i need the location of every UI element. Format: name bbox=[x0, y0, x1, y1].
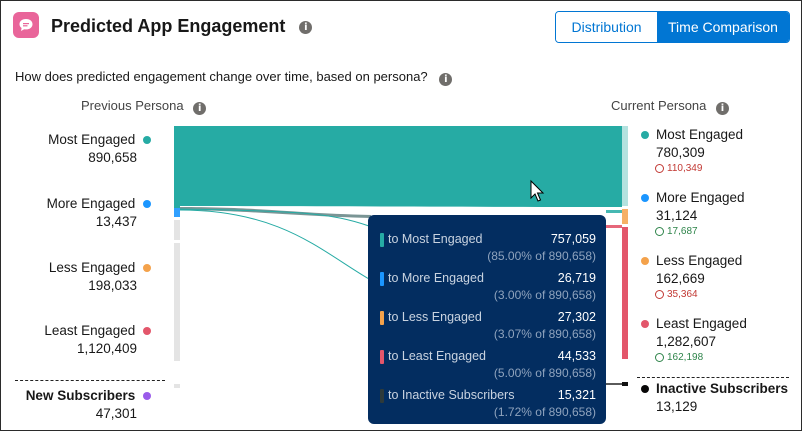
curr-inactive-value: 13,129 bbox=[656, 399, 698, 414]
flow-most-to-more[interactable] bbox=[179, 209, 370, 280]
app-engagement-card: Predicted App Engagement i Distribution … bbox=[0, 0, 802, 431]
trend-down-icon bbox=[655, 164, 664, 173]
dark-swatch-icon bbox=[380, 389, 384, 403]
prev-more-label: More Engaged bbox=[46, 196, 136, 211]
orange-dot-icon bbox=[641, 257, 649, 265]
tooltip-value: 15,321 bbox=[557, 388, 596, 402]
blue-dot-icon bbox=[143, 200, 151, 208]
tooltip-pct: (85.00% of 890,658) bbox=[487, 249, 596, 263]
teal-swatch-icon bbox=[380, 233, 384, 247]
divider-left bbox=[15, 380, 165, 381]
curr-least-value: 1,282,607 bbox=[656, 334, 717, 349]
prev-less-value: 198,033 bbox=[88, 278, 137, 293]
left-node-more[interactable] bbox=[174, 208, 180, 217]
left-node-less[interactable] bbox=[174, 220, 180, 240]
tooltip-pct: (3.00% of 890,658) bbox=[493, 288, 596, 302]
curr-most-engaged[interactable]: Most Engaged 780,309 110,349 bbox=[641, 127, 743, 174]
tooltip-label: to Least Engaged bbox=[388, 349, 486, 363]
flow-to-least-right[interactable] bbox=[606, 225, 622, 228]
teal-dot-icon bbox=[143, 136, 151, 144]
tooltip-label: to Most Engaged bbox=[388, 232, 483, 246]
black-dot-icon bbox=[641, 385, 649, 393]
trend-up-icon bbox=[655, 353, 664, 362]
tooltip-value: 26,719 bbox=[557, 271, 596, 285]
flow-to-more-right[interactable] bbox=[606, 210, 622, 213]
prev-least-label: Least Engaged bbox=[44, 323, 136, 338]
tooltip-row-least: to Least Engaged 44,533 (5.00% of 890,65… bbox=[378, 346, 596, 382]
trend-up-icon bbox=[655, 227, 664, 236]
prev-least-value: 1,120,409 bbox=[76, 341, 137, 356]
prev-least-engaged[interactable]: Least Engaged 1,120,409 bbox=[1, 323, 151, 356]
tooltip-row-inactive: to Inactive Subscribers 15,321 (1.72% of… bbox=[378, 385, 596, 421]
prev-most-engaged[interactable]: Most Engaged 890,658 bbox=[1, 132, 151, 165]
flow-most-to-inactive[interactable] bbox=[180, 207, 371, 218]
red-dot-icon bbox=[641, 320, 649, 328]
curr-less-value: 162,669 bbox=[656, 271, 705, 286]
flow-most-to-most[interactable] bbox=[180, 126, 622, 207]
curr-inactive-label: Inactive Subscribers bbox=[656, 381, 789, 396]
tooltip-value: 757,059 bbox=[550, 232, 596, 246]
divider-right bbox=[637, 377, 789, 378]
prev-most-label: Most Engaged bbox=[48, 132, 136, 147]
teal-dot-icon bbox=[641, 131, 649, 139]
tooltip-pct: (3.07% of 890,658) bbox=[493, 327, 596, 341]
curr-more-label: More Engaged bbox=[656, 190, 745, 205]
prev-new-subscribers[interactable]: New Subscribers 47,301 bbox=[1, 388, 151, 421]
red-swatch-icon bbox=[380, 350, 384, 364]
tooltip-value: 27,302 bbox=[557, 310, 596, 324]
orange-swatch-icon bbox=[380, 311, 384, 325]
right-node-inactive[interactable] bbox=[622, 382, 628, 386]
purple-dot-icon bbox=[143, 392, 151, 400]
red-dot-icon bbox=[143, 327, 151, 335]
tooltip-row-more: to More Engaged 26,719 (3.00% of 890,658… bbox=[378, 268, 596, 304]
curr-less-delta: 35,364 bbox=[667, 289, 698, 300]
curr-least-delta: 162,198 bbox=[667, 352, 704, 363]
curr-least-label: Least Engaged bbox=[656, 316, 747, 331]
left-node-most[interactable] bbox=[174, 126, 180, 208]
prev-more-value: 13,437 bbox=[95, 214, 137, 229]
curr-least-engaged[interactable]: Least Engaged 1,282,607 162,198 bbox=[641, 316, 747, 363]
right-node-least[interactable] bbox=[622, 227, 628, 359]
tooltip-label: to Less Engaged bbox=[388, 310, 482, 324]
prev-less-engaged[interactable]: Less Engaged 198,033 bbox=[1, 260, 151, 293]
tooltip-row-less: to Less Engaged 27,302 (3.07% of 890,658… bbox=[378, 307, 596, 343]
curr-more-delta: 17,687 bbox=[667, 226, 698, 237]
curr-most-label: Most Engaged bbox=[656, 127, 744, 142]
tooltip-pct: (1.72% of 890,658) bbox=[493, 405, 596, 419]
curr-more-engaged[interactable]: More Engaged 31,124 17,687 bbox=[641, 190, 745, 237]
tooltip-value: 44,533 bbox=[557, 349, 596, 363]
tooltip-label: to Inactive Subscribers bbox=[388, 388, 515, 402]
tooltip-label: to More Engaged bbox=[388, 271, 484, 285]
orange-dot-icon bbox=[143, 264, 151, 272]
curr-inactive-subscribers[interactable]: Inactive Subscribers 13,129 bbox=[641, 381, 788, 414]
flow-tooltip: to Most Engaged 757,059 (85.00% of 890,6… bbox=[368, 215, 606, 424]
right-node-most[interactable] bbox=[622, 126, 628, 206]
tooltip-row-most: to Most Engaged 757,059 (85.00% of 890,6… bbox=[378, 229, 596, 265]
prev-less-label: Less Engaged bbox=[48, 260, 136, 275]
left-node-least[interactable] bbox=[174, 243, 180, 361]
left-node-new[interactable] bbox=[174, 384, 180, 388]
curr-most-value: 780,309 bbox=[656, 145, 705, 160]
right-node-more[interactable] bbox=[622, 209, 628, 224]
curr-less-label: Less Engaged bbox=[656, 253, 743, 268]
trend-down-icon bbox=[655, 290, 664, 299]
curr-more-value: 31,124 bbox=[656, 208, 698, 223]
blue-swatch-icon bbox=[380, 272, 384, 286]
prev-new-label: New Subscribers bbox=[25, 388, 136, 403]
blue-dot-icon bbox=[641, 194, 649, 202]
prev-more-engaged[interactable]: More Engaged 13,437 bbox=[1, 196, 151, 229]
prev-new-value: 47,301 bbox=[95, 406, 137, 421]
curr-most-delta: 110,349 bbox=[667, 163, 703, 174]
curr-less-engaged[interactable]: Less Engaged 162,669 35,364 bbox=[641, 253, 742, 300]
tooltip-pct: (5.00% of 890,658) bbox=[493, 366, 596, 380]
prev-most-value: 890,658 bbox=[88, 150, 137, 165]
